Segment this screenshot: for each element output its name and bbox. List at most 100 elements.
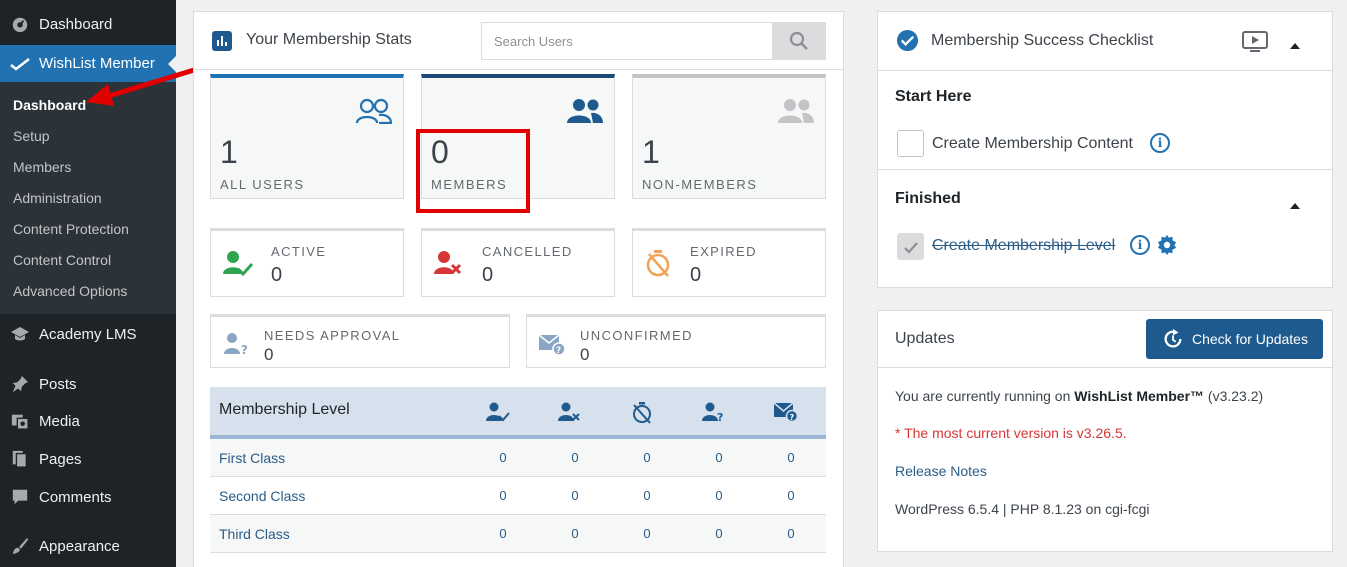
search-users-input[interactable]: Search Users — [481, 22, 773, 60]
finished-heading: Finished — [895, 190, 961, 207]
unconfirmed-column-icon: ? — [773, 399, 799, 425]
expired-label: EXPIRED — [690, 244, 757, 259]
menu-pages[interactable]: Pages — [0, 441, 176, 477]
non-members-card[interactable]: 1 NON-MEMBERS — [632, 74, 826, 199]
menu-media-label: Media — [39, 412, 80, 430]
mail-question-icon: ? — [538, 332, 566, 361]
all-users-count: 1 — [220, 134, 238, 170]
level-count-cell[interactable]: 0 — [781, 526, 801, 541]
release-notes-link[interactable]: Release Notes — [895, 463, 987, 479]
submenu-dashboard[interactable]: Dashboard — [13, 97, 86, 113]
menu-dashboard-label: Dashboard — [39, 15, 113, 33]
red-arrow-annotation — [86, 64, 205, 106]
cancelled-count: 0 — [482, 264, 494, 286]
search-icon — [789, 31, 808, 50]
all-users-card[interactable]: 1 ALL USERS — [210, 74, 404, 199]
refresh-icon — [1164, 328, 1182, 348]
submenu-content-control[interactable]: Content Control — [13, 252, 111, 268]
submenu-members[interactable]: Members — [13, 159, 71, 175]
success-checklist-panel: Membership Success Checklist Start Here … — [877, 11, 1333, 288]
level-count-cell[interactable]: 0 — [709, 526, 729, 541]
check-for-updates-button[interactable]: Check for Updates — [1146, 319, 1323, 359]
expired-card[interactable]: EXPIRED 0 — [632, 228, 826, 297]
level-count-cell[interactable]: 0 — [637, 450, 657, 465]
members-highlight-box — [416, 129, 530, 213]
svg-text:?: ? — [717, 411, 723, 422]
table-row: Second Class 0 0 0 0 0 — [210, 477, 826, 515]
running-version-text: You are currently running on WishList Me… — [895, 388, 1264, 404]
level-count-cell[interactable]: 0 — [781, 450, 801, 465]
media-icon — [10, 411, 30, 431]
gear-icon[interactable] — [1156, 234, 1178, 261]
menu-appearance-label: Appearance — [39, 537, 120, 555]
cancelled-card[interactable]: CANCELLED 0 — [421, 228, 615, 297]
checkbox-create-level[interactable] — [897, 233, 924, 260]
info-icon[interactable]: i — [1130, 235, 1150, 255]
needs-approval-count: 0 — [264, 345, 274, 364]
stats-title: Your Membership Stats — [246, 31, 412, 48]
needs-approval-card[interactable]: ? NEEDS APPROVAL 0 — [210, 314, 510, 368]
svg-text:?: ? — [241, 343, 248, 356]
checklist-title: Membership Success Checklist — [931, 32, 1154, 49]
create-level-label[interactable]: Create Membership Level — [932, 237, 1115, 255]
needs-approval-label: NEEDS APPROVAL — [264, 328, 401, 343]
level-count-cell[interactable]: 0 — [709, 450, 729, 465]
membership-level-header: Membership Level — [219, 401, 350, 418]
user-question-icon: ? — [224, 332, 250, 361]
pages-icon — [10, 449, 30, 469]
finished-caret-icon[interactable] — [1289, 197, 1301, 215]
environment-info: WordPress 6.5.4 | PHP 8.1.23 on cgi-fcgi — [895, 501, 1150, 517]
submenu-advanced-options[interactable]: Advanced Options — [13, 283, 127, 299]
wishlist-check-icon — [10, 54, 30, 74]
menu-dashboard[interactable]: Dashboard — [0, 6, 176, 42]
cancelled-column-icon — [557, 399, 583, 425]
current-version-warning: * The most current version is v3.26.5. — [895, 425, 1127, 441]
level-count-cell[interactable]: 0 — [493, 526, 513, 541]
create-content-label[interactable]: Create Membership Content — [932, 135, 1133, 153]
menu-academy-lms[interactable]: Academy LMS — [0, 316, 176, 352]
user-check-icon — [223, 250, 254, 281]
graduation-cap-icon — [10, 324, 30, 344]
unconfirmed-count: 0 — [580, 345, 590, 364]
info-icon[interactable]: i — [1150, 133, 1170, 153]
level-count-cell[interactable]: 0 — [637, 526, 657, 541]
menu-academy-lms-label: Academy LMS — [39, 325, 137, 343]
stopwatch-off-icon — [643, 248, 673, 283]
level-count-cell[interactable]: 0 — [493, 488, 513, 503]
active-card[interactable]: ACTIVE 0 — [210, 228, 404, 297]
level-count-cell[interactable]: 0 — [637, 488, 657, 503]
level-count-cell[interactable]: 0 — [565, 488, 585, 503]
level-name-link[interactable]: Second Class — [219, 488, 305, 504]
all-users-label: ALL USERS — [220, 177, 305, 192]
level-count-cell[interactable]: 0 — [493, 450, 513, 465]
menu-posts-label: Posts — [39, 375, 77, 393]
video-play-icon[interactable] — [1242, 31, 1268, 58]
collapse-caret-icon[interactable] — [1289, 37, 1301, 55]
level-name-link[interactable]: Third Class — [219, 526, 290, 542]
users-grey-icon — [777, 98, 815, 129]
submenu-content-protection[interactable]: Content Protection — [13, 221, 129, 237]
updates-title: Updates — [895, 330, 955, 347]
unconfirmed-label: UNCONFIRMED — [580, 328, 693, 343]
level-count-cell[interactable]: 0 — [565, 526, 585, 541]
table-row: First Class 0 0 0 0 0 — [210, 439, 826, 477]
level-name-link[interactable]: First Class — [219, 450, 285, 466]
unconfirmed-card[interactable]: ? UNCONFIRMED 0 — [526, 314, 826, 368]
menu-media[interactable]: Media — [0, 403, 176, 439]
level-count-cell[interactable]: 0 — [781, 488, 801, 503]
non-members-count: 1 — [642, 134, 660, 170]
menu-posts[interactable]: Posts — [0, 366, 176, 402]
svg-text:?: ? — [556, 346, 561, 356]
menu-appearance[interactable]: Appearance — [0, 528, 176, 564]
level-count-cell[interactable]: 0 — [709, 488, 729, 503]
cancelled-label: CANCELLED — [482, 244, 573, 259]
updates-panel: Updates Check for Updates You are curren… — [877, 310, 1333, 552]
check-circle-icon — [896, 29, 919, 57]
search-button[interactable] — [772, 22, 826, 60]
level-count-cell[interactable]: 0 — [565, 450, 585, 465]
submenu-setup[interactable]: Setup — [13, 128, 50, 144]
submenu-administration[interactable]: Administration — [13, 190, 102, 206]
checkbox-create-content[interactable] — [897, 130, 924, 157]
menu-comments[interactable]: Comments — [0, 479, 176, 515]
start-here-heading: Start Here — [895, 88, 972, 105]
